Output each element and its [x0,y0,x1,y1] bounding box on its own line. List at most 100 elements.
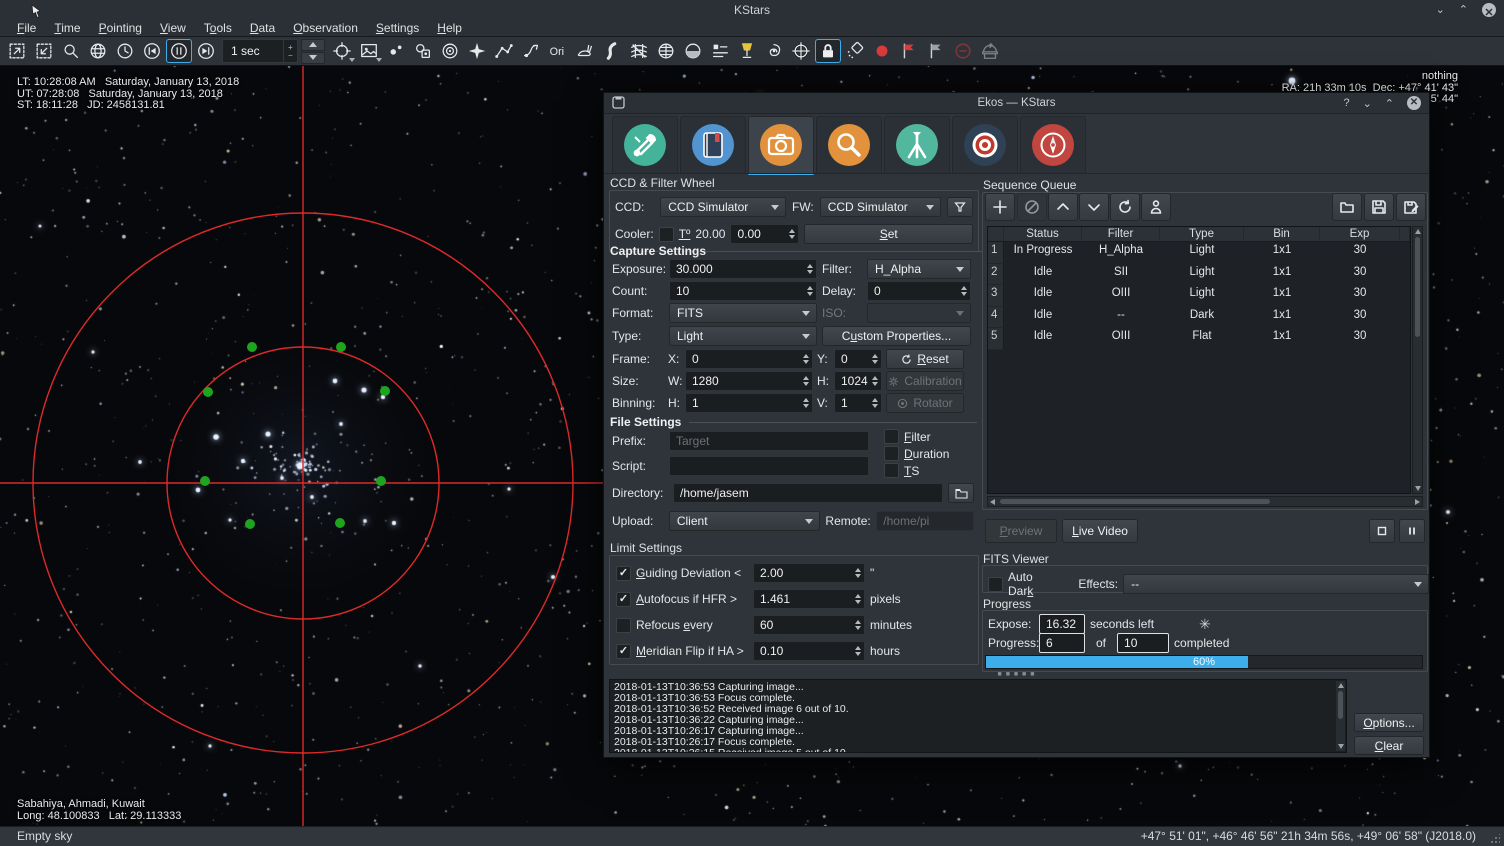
close-icon[interactable]: ✕ [1482,3,1496,17]
log-output[interactable]: 2018-01-13T10:36:53 Capturing image...20… [609,679,1347,753]
measure-tool-icon[interactable] [842,39,868,63]
ekos-maximize-icon[interactable]: ⌃ [1385,97,1394,110]
save-sequence-as-button[interactable] [1396,193,1426,221]
ekos-titlebar[interactable]: Ekos — KStars ? ⌄ ⌃ ✕ [604,93,1429,114]
menu-settings[interactable]: Settings [367,20,428,37]
custom-properties-button[interactable]: Custom Properties... [822,326,971,346]
add-flag-red-icon[interactable] [896,39,922,63]
find-object-icon[interactable] [58,39,84,63]
guiding-deviation-checkbox[interactable] [616,566,631,581]
sequence-job-row[interactable]: 1In ProgressH_AlphaLight1x130 [988,242,1410,264]
toggle-solar-system-icon[interactable] [437,39,463,63]
splitter-handle[interactable]: ■ ■ ■ ■ ■ [604,671,1429,678]
time-info-box[interactable]: LT: 10:28:08 AM Saturday, January 13, 20… [17,77,239,112]
move-job-down-button[interactable] [1079,193,1109,221]
bin-v-spinbox[interactable]: 1 [834,393,882,413]
effects-combo[interactable]: -- [1123,574,1429,594]
geolocation-icon[interactable] [85,39,111,63]
ekos-minimize-icon[interactable]: ⌄ [1363,97,1372,110]
size-h-spinbox[interactable]: 1024 [834,371,882,391]
sky-object-marker[interactable] [335,518,345,528]
sky-object-marker[interactable] [336,342,346,352]
frame-reset-button[interactable]: Reset [886,349,964,369]
filter-manager-button[interactable] [947,197,973,217]
directory-input[interactable]: /home/jasem [673,483,943,503]
add-job-button[interactable] [985,193,1015,221]
column-header-status[interactable]: Status [1004,227,1082,241]
column-header-filter[interactable]: Filter [1082,227,1160,241]
sky-views-icon[interactable] [356,39,382,63]
autofocus-hfr-checkbox[interactable] [616,592,631,607]
cooler-checkbox[interactable] [659,227,674,242]
add-flag-gray-icon[interactable] [923,39,949,63]
window-titlebar[interactable]: KStars ⌄ ⌃ ✕ [0,0,1504,21]
remove-job-button[interactable] [1017,193,1047,221]
whats-interesting-icon[interactable] [734,39,760,63]
save-sequence-button[interactable] [1364,193,1394,221]
autofocus-hfr-spinbox[interactable]: 1.461 [753,589,865,609]
stop-capture-button[interactable] [1369,519,1395,543]
toggle-constellation-art-icon[interactable] [572,39,598,63]
meridian-flip-spinbox[interactable]: 0.10 [753,641,865,661]
prefix-input[interactable]: Target [669,431,869,451]
queue-vertical-scrollbar[interactable] [1412,226,1423,494]
lock-position-icon[interactable] [815,39,841,63]
toggle-constellation-names-icon[interactable]: Ori [545,39,571,63]
resize-grip[interactable] [1490,834,1500,844]
supernova-alerts-icon[interactable] [950,39,976,63]
open-sequence-button[interactable] [1332,193,1362,221]
toggle-horizontal-grid-icon[interactable] [653,39,679,63]
time-step-spinbox[interactable]: 1 sec+− [222,39,298,63]
step-backward-icon[interactable] [139,39,165,63]
record-video-icon[interactable] [869,39,895,63]
auto-dark-checkbox[interactable] [988,577,1003,592]
minimize-icon[interactable]: ⌄ [1436,0,1445,20]
tab-guide[interactable] [952,116,1018,174]
delay-spinbox[interactable]: 0 [867,281,971,301]
sequence-job-row[interactable]: 4Idle--Dark1x130 [988,307,1410,329]
browse-directory-button[interactable] [948,483,974,503]
sequence-queue-table[interactable]: StatusFilterTypeBinExp 1In ProgressH_Alp… [987,226,1411,494]
pause-simulation-icon[interactable] [166,39,192,63]
tab-setup[interactable] [612,116,678,174]
set-time-icon[interactable] [112,39,138,63]
zoom-out-frame-icon[interactable] [31,39,57,63]
set-temperature-button[interactable]: Set [804,224,973,244]
prefix-filter-checkbox[interactable] [884,429,899,444]
toggle-flags-list-icon[interactable] [707,39,733,63]
exposure-spinbox[interactable]: 30.000 [669,259,817,279]
script-input[interactable] [669,456,869,476]
column-header-bin[interactable]: Bin [1244,227,1320,241]
toggle-constellation-lines-icon[interactable] [491,39,517,63]
toggle-milky-way-icon[interactable] [599,39,625,63]
toggle-ground-icon[interactable] [680,39,706,63]
count-spinbox[interactable]: 10 [669,281,817,301]
location-info-box[interactable]: Sabahiya, Ahmadi, KuwaitLong: 48.100833 … [17,799,181,822]
toggle-stars-icon[interactable] [383,39,409,63]
menu-data[interactable]: Data [241,20,284,37]
ekos-close-icon[interactable]: ✕ [1407,96,1421,110]
pause-capture-button[interactable] [1399,519,1425,543]
step-forward-icon[interactable] [193,39,219,63]
column-header-type[interactable]: Type [1160,227,1244,241]
options-button[interactable]: Options... [1354,713,1424,732]
toggle-deep-sky-objects-icon[interactable] [410,39,436,63]
menu-pointing[interactable]: Pointing [90,20,151,37]
galaxy-view-icon[interactable] [761,39,787,63]
sky-object-marker[interactable] [200,476,210,486]
type-combo[interactable]: Light [669,326,817,346]
sequence-job-row[interactable]: 2IdleSIILight1x130 [988,264,1410,286]
sky-object-marker[interactable] [245,519,255,529]
format-combo[interactable]: FITS [669,303,817,323]
upload-combo[interactable]: Client [669,511,821,531]
menu-time[interactable]: Time [45,20,89,37]
toggle-bright-stars-icon[interactable] [464,39,490,63]
sky-object-marker[interactable] [203,387,213,397]
ccd-combo[interactable]: CCD Simulator [660,197,786,217]
sky-object-marker[interactable] [380,386,390,396]
meridian-flip-checkbox[interactable] [616,644,631,659]
refocus-every-spinbox[interactable]: 60 [753,615,865,635]
filter-wheel-combo[interactable]: CCD Simulator [820,197,942,217]
frame-y-spinbox[interactable]: 0 [834,349,882,369]
tab-mount[interactable] [884,116,950,174]
